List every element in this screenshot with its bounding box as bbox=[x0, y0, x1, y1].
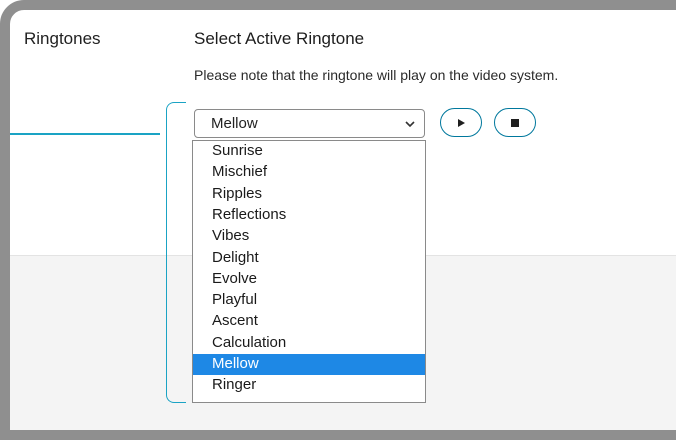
playback-note: Please note that the ringtone will play … bbox=[194, 67, 559, 83]
ringtone-option-reflections[interactable]: Reflections bbox=[193, 205, 425, 226]
ringtone-option-vibes[interactable]: Vibes bbox=[193, 226, 425, 247]
ringtone-option-ringer[interactable]: Ringer bbox=[193, 375, 425, 396]
chevron-down-icon bbox=[405, 121, 415, 128]
ringtone-option-ascent[interactable]: Ascent bbox=[193, 311, 425, 332]
ringtone-select-value: Mellow bbox=[211, 115, 258, 132]
ringtone-option-evolve[interactable]: Evolve bbox=[193, 269, 425, 290]
settings-panel: Ringtones Select Active Ringtone Please … bbox=[10, 10, 676, 430]
stop-icon bbox=[511, 118, 519, 127]
section-title: Select Active Ringtone bbox=[194, 29, 365, 48]
ringtone-option-sunrise[interactable]: Sunrise bbox=[193, 141, 425, 162]
stop-button[interactable] bbox=[494, 108, 536, 137]
callout-bracket bbox=[166, 102, 186, 403]
ringtone-option-mischief[interactable]: Mischief bbox=[193, 162, 425, 183]
ringtones-label: Ringtones bbox=[24, 29, 101, 48]
play-button[interactable] bbox=[440, 108, 482, 137]
ringtone-dropdown-list: Sunrise Mischief Ripples Reflections Vib… bbox=[192, 140, 426, 403]
ringtone-option-ripples[interactable]: Ripples bbox=[193, 184, 425, 205]
ringtone-option-playful[interactable]: Playful bbox=[193, 290, 425, 311]
ringtone-option-delight[interactable]: Delight bbox=[193, 248, 425, 269]
ringtone-option-calculation[interactable]: Calculation bbox=[193, 333, 425, 354]
callout-line bbox=[10, 133, 160, 135]
ringtone-select[interactable]: Mellow bbox=[194, 109, 425, 138]
play-icon bbox=[458, 118, 465, 127]
ringtone-option-mellow[interactable]: Mellow bbox=[193, 354, 425, 376]
